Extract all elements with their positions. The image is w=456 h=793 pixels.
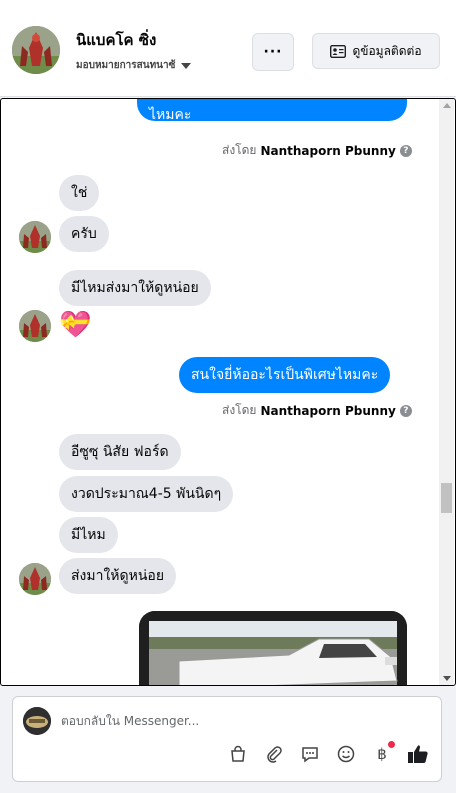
composer-toolbar: ฿ bbox=[227, 741, 429, 765]
page-avatar bbox=[23, 707, 51, 735]
contact-avatar[interactable] bbox=[12, 26, 60, 74]
conversation-header: นิแบคโค ซิ่ง มอบหมายการสนทนาซ้ ··· ดูข้อ… bbox=[0, 0, 456, 97]
caret-down-icon bbox=[181, 62, 192, 69]
paperclip-icon[interactable] bbox=[263, 743, 285, 765]
heart-gift-emoji: 💝 bbox=[59, 310, 92, 340]
message-bubble-incoming: มีไหม bbox=[59, 517, 118, 553]
contact-avatar-small bbox=[19, 221, 51, 253]
smiley-icon[interactable] bbox=[335, 743, 357, 765]
scrollbar-thumb[interactable] bbox=[441, 483, 452, 513]
more-options-button[interactable]: ··· bbox=[252, 33, 294, 71]
message-bubble-outgoing: ไหมคะ bbox=[137, 99, 407, 123]
sender-name: Nanthaporn Pbunny bbox=[260, 143, 396, 158]
contact-avatar-small bbox=[19, 563, 51, 595]
reply-input[interactable]: ตอบกลับใน Messenger... bbox=[61, 712, 199, 731]
help-icon[interactable]: ? bbox=[399, 404, 412, 417]
message-bubble-incoming: ครับ bbox=[59, 216, 109, 252]
shared-photo-pickup-truck[interactable] bbox=[139, 611, 407, 685]
message-bubble-incoming: งวดประมาณ4-5 พันนิดๆ bbox=[59, 476, 234, 512]
scroll-down-arrow-icon[interactable] bbox=[443, 676, 451, 681]
message-bubble-incoming: อีซูซุ นิสัย ฟอร์ด bbox=[59, 434, 181, 470]
message-bubble-incoming: มีไหมส่งมาให้ดูหน่อย bbox=[59, 270, 211, 306]
message-bubble-incoming: ใช่ bbox=[59, 175, 100, 211]
view-contact-button[interactable]: ดูข้อมูลติดต่อ bbox=[312, 33, 440, 69]
thumbs-up-icon[interactable] bbox=[407, 743, 429, 765]
sent-by-label: ส่งโดย Nanthaporn Pbunny? bbox=[222, 401, 412, 420]
message-bubble-outgoing: สนใจยี่ห้ออะไรเป็นพิเศษไหมคะ bbox=[179, 357, 391, 393]
view-contact-label: ดูข้อมูลติดต่อ bbox=[352, 43, 422, 58]
sent-by-label: ส่งโดย Nanthaporn Pbunny? bbox=[222, 141, 412, 160]
thread-scrollbar[interactable] bbox=[439, 99, 454, 685]
contact-avatar-small bbox=[19, 310, 51, 342]
message-thread[interactable]: ไหมคะ ส่งโดย Nanthaporn Pbunny? ใช่ ครับ … bbox=[0, 98, 456, 686]
assign-conversation-dropdown[interactable]: มอบหมายการสนทนาซ้ bbox=[76, 58, 192, 73]
sender-name: Nanthaporn Pbunny bbox=[260, 403, 396, 418]
more-icon: ··· bbox=[263, 44, 283, 60]
notification-dot bbox=[388, 741, 395, 748]
help-icon[interactable]: ? bbox=[399, 144, 412, 157]
baht-icon[interactable]: ฿ bbox=[371, 741, 395, 765]
shopping-bag-icon[interactable] bbox=[227, 743, 249, 765]
scroll-up-arrow-icon[interactable] bbox=[443, 103, 451, 108]
contact-card-icon bbox=[330, 44, 347, 58]
contact-name: นิแบคโค ซิ่ง bbox=[76, 31, 157, 49]
chat-bubble-icon[interactable] bbox=[299, 743, 321, 765]
reply-composer[interactable]: ตอบกลับใน Messenger... ฿ bbox=[12, 696, 442, 782]
assign-label: มอบหมายการสนทนาซ้ bbox=[76, 60, 176, 71]
message-bubble-incoming: ส่งมาให้ดูหน่อย bbox=[59, 558, 177, 594]
